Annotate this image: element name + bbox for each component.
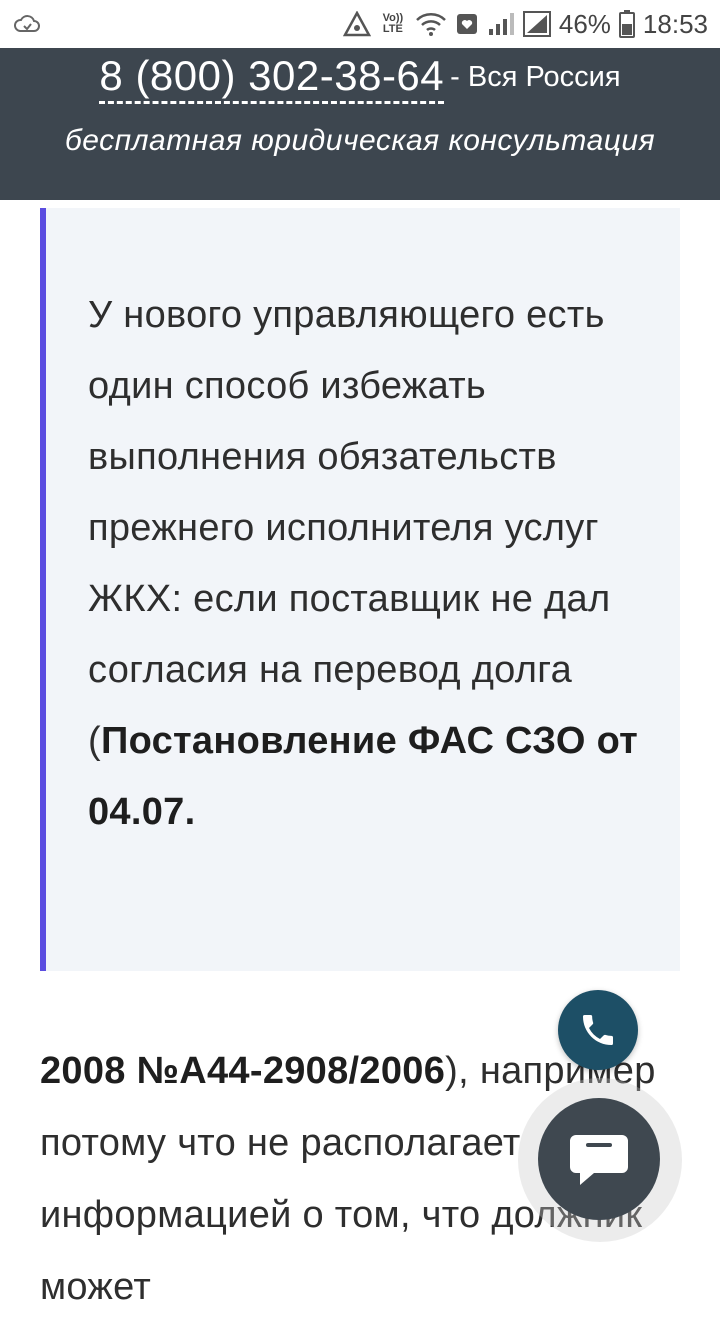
paragraph-bold: 2008 №А44-2908/2006 — [40, 1050, 446, 1092]
quote-text: У нового управляющего есть один способ и… — [88, 280, 640, 848]
status-bar: Vo)) LTE 46% 18:53 — [0, 0, 720, 48]
phone-icon — [578, 1010, 618, 1050]
wifi-icon — [415, 11, 447, 37]
signal-icon — [522, 11, 551, 37]
cloud-icon — [14, 14, 40, 34]
blockquote: У нового управляющего есть один способ и… — [40, 208, 680, 971]
quote-bold: Постановление ФАС СЗО от 04.07. — [88, 720, 639, 833]
chat-button[interactable] — [538, 1098, 660, 1220]
battery-icon — [618, 10, 635, 38]
quote-body: У нового управляющего есть один способ и… — [88, 294, 611, 762]
chat-icon — [568, 1131, 630, 1187]
heart-icon — [455, 12, 479, 36]
data-saver-icon — [342, 11, 371, 37]
clock: 18:53 — [642, 8, 708, 39]
consultation-subtitle: бесплатная юридическая консультация — [64, 124, 656, 157]
contact-banner: 8 (800) 302-38-64- Вся Россия бесплатная… — [0, 48, 720, 200]
battery-percent: 46% — [558, 8, 611, 39]
phone-link[interactable]: 8 (800) 302-38-64 — [99, 52, 445, 104]
volte-icon: Vo)) LTE — [382, 12, 404, 35]
phone-region: - Вся Россия — [450, 61, 621, 93]
call-button[interactable] — [558, 990, 638, 1070]
signal-icon — [487, 11, 515, 37]
